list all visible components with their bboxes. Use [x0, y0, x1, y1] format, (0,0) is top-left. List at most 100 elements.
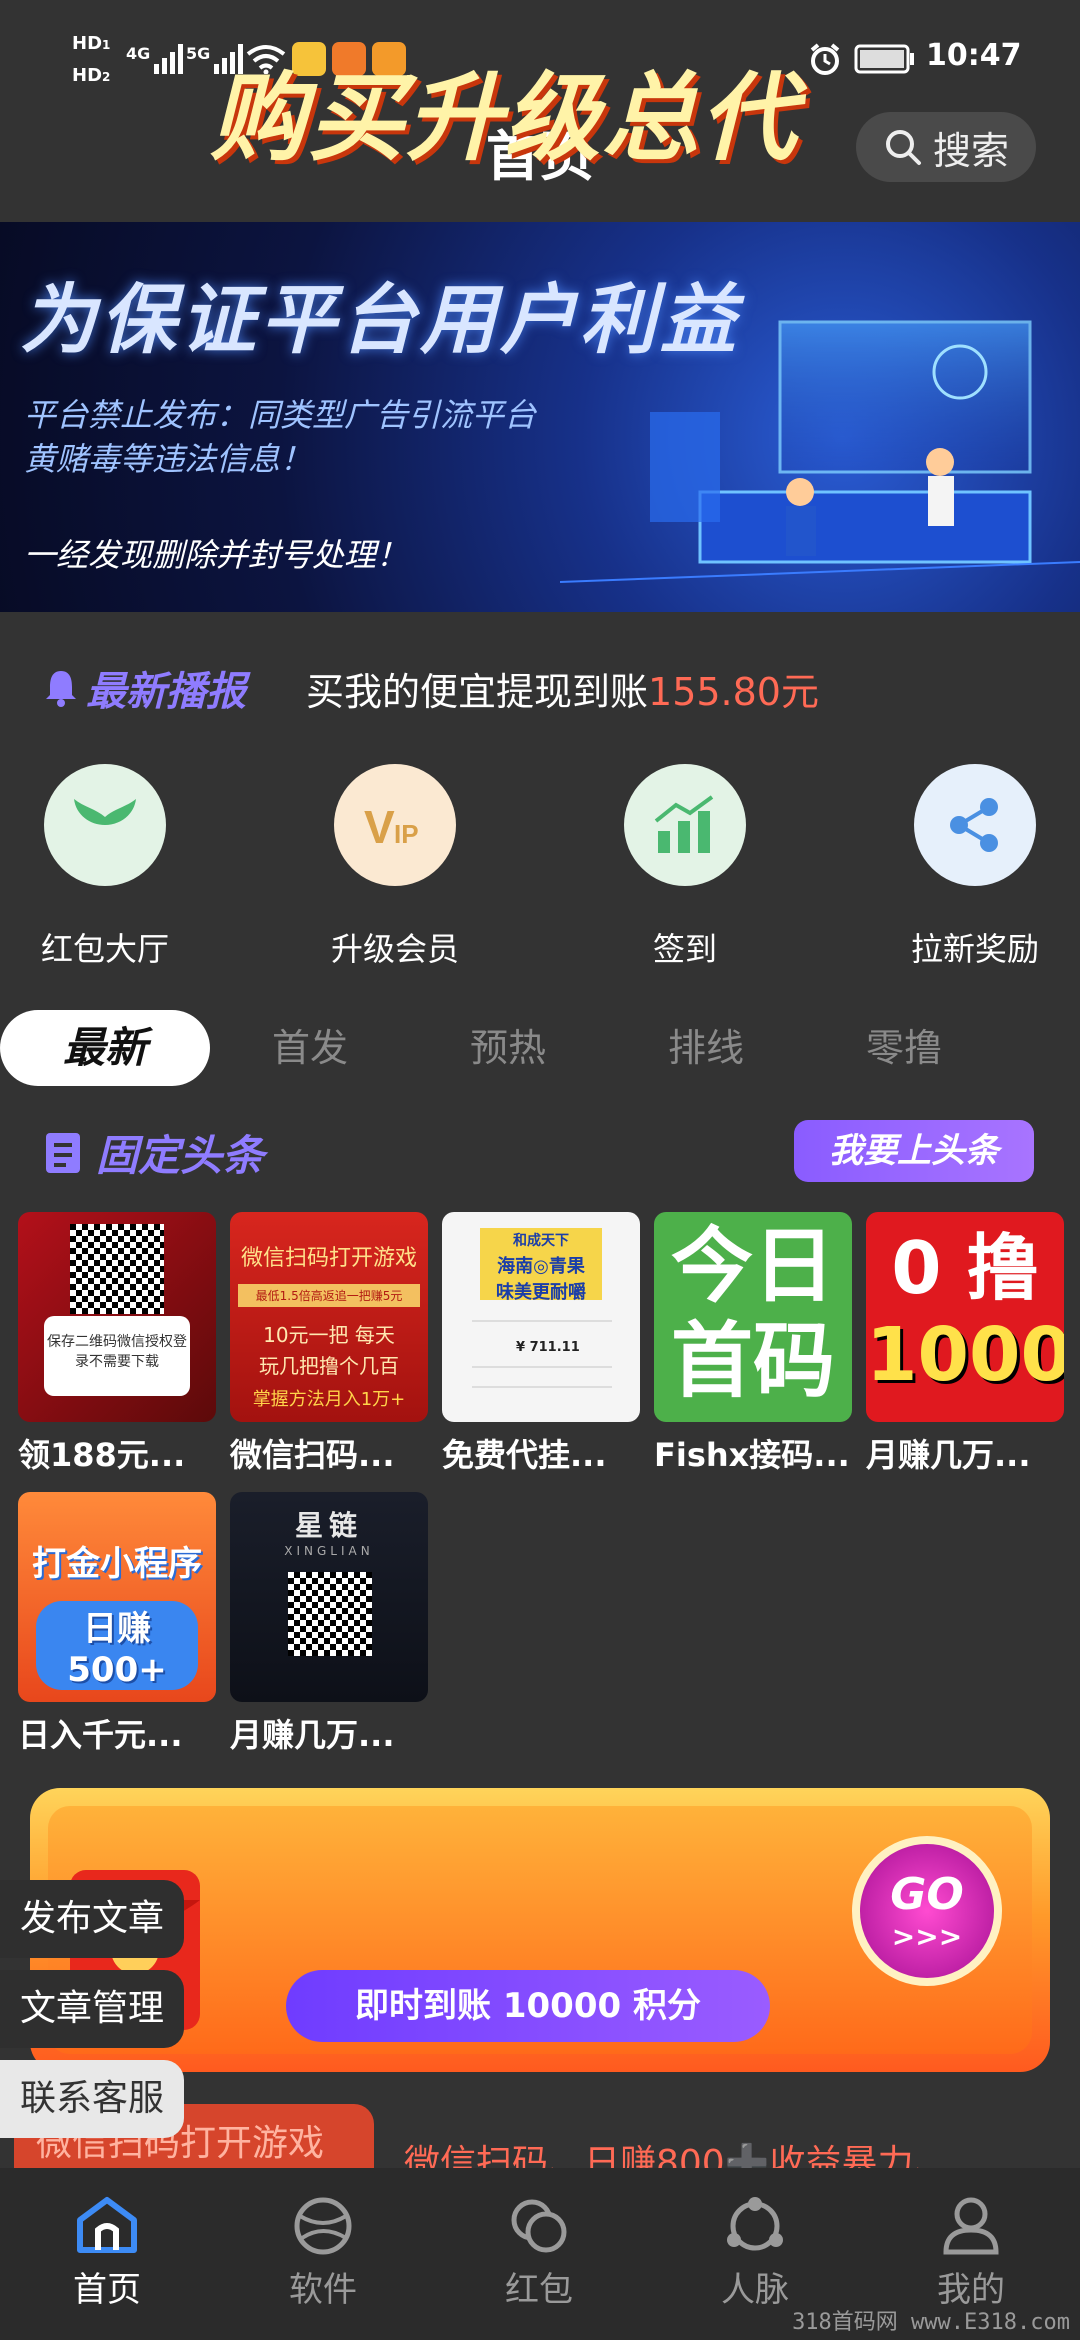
- search-icon: [885, 130, 921, 165]
- tab-zero-cost[interactable]: 零撸: [834, 1010, 974, 1086]
- item-thumbnail: 今日 首码: [654, 1212, 852, 1422]
- banner-note: 一经发现删除并封号处理！: [24, 536, 409, 574]
- svg-text:V: V: [364, 801, 395, 853]
- quick-entry-upgrade-vip[interactable]: V IP 升级会员: [310, 764, 480, 970]
- signal-bars-icon: [154, 44, 184, 74]
- quick-entry-label: 拉新奖励: [910, 930, 1039, 968]
- tab-queue[interactable]: 排线: [636, 1010, 776, 1086]
- search-label: 搜索: [932, 128, 1009, 173]
- quick-entry-label: 红包大厅: [40, 930, 169, 968]
- thumb-line: 首码: [670, 1314, 835, 1409]
- category-tabs: 最新 首发 预热 排线 零撸: [0, 1000, 1080, 1096]
- nav-label: 红包: [505, 2270, 573, 2310]
- thumb-line: 10元一把 每天: [263, 1323, 395, 1347]
- quick-entry-invite-reward[interactable]: 拉新奖励: [890, 764, 1060, 970]
- home-icon: [77, 2197, 137, 2253]
- hd2-label: HD: [72, 65, 103, 86]
- bookmark-list-icon: [46, 1132, 80, 1173]
- hd2-indicator: HD2: [72, 66, 110, 87]
- broadcast-title: 最新播报: [86, 669, 246, 715]
- svg-text:IP: IP: [394, 819, 419, 849]
- battery-icon: [854, 44, 914, 74]
- news-broadcast[interactable]: 最新播报 买我的便宜提现到账 155.80元: [44, 660, 819, 716]
- net2-label: 5G: [186, 44, 211, 63]
- nav-item-red-packet[interactable]: 红包: [464, 2194, 614, 2311]
- thumb-line: 味美更耐嚼: [496, 1282, 586, 1303]
- thumb-poster: 和成天下 海南◎青果 味美更耐嚼: [480, 1228, 602, 1303]
- item-thumbnail: 星链 XINGLIAN: [230, 1492, 428, 1702]
- hd1-sub: 1: [102, 38, 111, 52]
- bell-icon: [46, 671, 76, 707]
- thumb-line: 日赚500+: [36, 1601, 198, 1690]
- nav-item-mine[interactable]: 我的: [896, 2194, 1046, 2311]
- list-item[interactable]: 微信扫码打开游戏 最低1.5倍高返追一把赚5元 10元一把 每天 玩几把撸个几百…: [230, 1212, 428, 1476]
- nav-item-home[interactable]: 首页: [32, 2194, 182, 2311]
- hd1-label: HD: [72, 33, 103, 54]
- list-item[interactable]: 今日 首码 Fishx接码...: [654, 1212, 852, 1476]
- list-item[interactable]: 星链 XINGLIAN 月赚几万...: [230, 1492, 428, 1756]
- item-thumbnail: 打金小程序 日赚500+: [18, 1492, 216, 1702]
- quick-entry-sign-in[interactable]: 签到: [600, 764, 770, 970]
- tab-preheat[interactable]: 预热: [438, 1010, 578, 1086]
- publish-article-button[interactable]: 发布文章: [0, 1880, 185, 1958]
- qr-code-image: [288, 1572, 372, 1656]
- promo-title: 购买升级总代: [210, 62, 798, 174]
- contact-support-button[interactable]: 联系客服: [0, 2060, 185, 2138]
- thumb-line: 掌握方法月入1万+: [252, 1389, 406, 1410]
- hd2-sub: 2: [102, 70, 111, 84]
- vip-icon: V IP: [334, 764, 456, 886]
- fixed-headlines-header: 固定头条: [44, 1122, 264, 1183]
- apply-headline-button[interactable]: 我要上头条: [794, 1120, 1034, 1182]
- banner-line2: 黄赌毒等违法信息！: [24, 440, 313, 478]
- item-thumbnail: 保存二维码微信授权登录不需要下载: [18, 1212, 216, 1422]
- share-icon: [914, 764, 1036, 886]
- nav-item-software[interactable]: 软件: [248, 2194, 398, 2311]
- manage-articles-button[interactable]: 文章管理: [0, 1970, 185, 2048]
- list-item[interactable]: 和成天下 海南◎青果 味美更耐嚼 ¥ 711.11 免费代挂...: [442, 1212, 640, 1476]
- item-title: 领188元...: [18, 1436, 186, 1474]
- net1-label: 4G: [126, 44, 151, 63]
- tab-latest[interactable]: 最新: [0, 1010, 210, 1086]
- qr-code-image: [70, 1224, 164, 1314]
- item-title: Fishx接码...: [654, 1436, 850, 1474]
- item-title: 微信扫码...: [230, 1436, 395, 1474]
- nav-item-contacts[interactable]: 人脉: [680, 2194, 830, 2311]
- item-title: 月赚几万...: [230, 1716, 395, 1754]
- item-thumbnail: 微信扫码打开游戏 最低1.5倍高返追一把赚5元 10元一把 每天 玩几把撸个几百…: [230, 1212, 428, 1422]
- banner-title: 为保证平台用户利益: [20, 275, 740, 364]
- quick-entry-label: 签到: [652, 930, 717, 968]
- thumb-caption: 保存二维码微信授权登录不需要下载: [44, 1316, 190, 1396]
- nav-label: 软件: [289, 2270, 357, 2310]
- network-icon: [727, 2197, 783, 2251]
- signal-4g: 4G: [126, 44, 188, 74]
- thumb-subline: XINGLIAN: [284, 1544, 374, 1558]
- promo-points-pill: 即时到账 10000 积分: [286, 1970, 770, 2042]
- item-title: 免费代挂...: [442, 1436, 607, 1474]
- item-title: 日入千元...: [18, 1716, 183, 1754]
- promo-go-button[interactable]: GO >>>: [852, 1836, 1002, 1986]
- thumb-line: 0 撸: [891, 1226, 1039, 1310]
- hd1-indicator: HD1: [72, 34, 110, 55]
- banner-line1: 平台禁止发布：同类型广告引流平台: [24, 396, 537, 434]
- thumb-line: 海南◎青果: [497, 1256, 585, 1277]
- search-button[interactable]: 搜索: [856, 112, 1036, 182]
- thumb-headline: 和成天下: [513, 1233, 569, 1249]
- item-thumbnail: 和成天下 海南◎青果 味美更耐嚼 ¥ 711.11: [442, 1212, 640, 1422]
- notice-banner[interactable]: 为保证平台用户利益 平台禁止发布：同类型广告引流平台 黄赌毒等违法信息！ 一经发…: [0, 222, 1080, 612]
- red-packet-icon: [511, 2199, 567, 2253]
- quick-entry-red-packet-hall[interactable]: 红包大厅: [20, 764, 190, 970]
- alarm-icon: [810, 43, 840, 75]
- quick-entry-label: 升级会员: [330, 930, 459, 968]
- broadcast-text: 买我的便宜提现到账: [306, 669, 649, 714]
- whale-tail-icon: [44, 764, 166, 886]
- thumb-line: 玩几把撸个几百: [259, 1354, 399, 1378]
- list-item[interactable]: 打金小程序 日赚500+ 日入千元...: [18, 1492, 216, 1756]
- list-item[interactable]: 保存二维码微信授权登录不需要下载 领188元...: [18, 1212, 216, 1476]
- broadcast-amount: 155.80元: [648, 669, 819, 714]
- tab-first-release[interactable]: 首发: [240, 1010, 380, 1086]
- list-item[interactable]: 0 撸 1000 月赚几万...: [866, 1212, 1064, 1476]
- arrows-icon: >>>: [891, 1920, 963, 1953]
- fixed-headlines-title: 固定头条: [96, 1131, 265, 1180]
- bottom-navigation: 首页 软件 红包 人脉 我的 318首码网 www.E318.com: [0, 2168, 1080, 2340]
- thumb-subline: 最低1.5倍高返追一把赚5元: [238, 1284, 420, 1307]
